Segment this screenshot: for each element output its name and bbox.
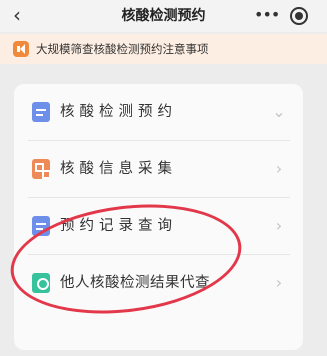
chevron-right-icon: › xyxy=(275,273,283,292)
menu-item-info-collection[interactable]: 核酸信息采集 › xyxy=(14,141,303,197)
qr-code-icon xyxy=(32,159,51,179)
chevron-right-icon: › xyxy=(275,159,283,178)
close-miniprogram-icon[interactable] xyxy=(290,7,308,25)
notice-text[interactable]: 大规模筛查核酸检测预约注意事项 xyxy=(36,40,209,58)
chevron-down-icon: ⌄ xyxy=(272,102,286,121)
calendar-icon xyxy=(32,102,50,122)
speaker-icon xyxy=(13,41,29,57)
chevron-right-icon: › xyxy=(275,216,283,235)
menu-item-label: 核酸检测预约 xyxy=(60,104,177,120)
more-options-icon[interactable]: ••• xyxy=(254,6,280,26)
menu-item-label: 核酸信息采集 xyxy=(60,161,177,177)
menu-item-appointment[interactable]: 核酸检测预约 ⌄ xyxy=(14,84,303,140)
